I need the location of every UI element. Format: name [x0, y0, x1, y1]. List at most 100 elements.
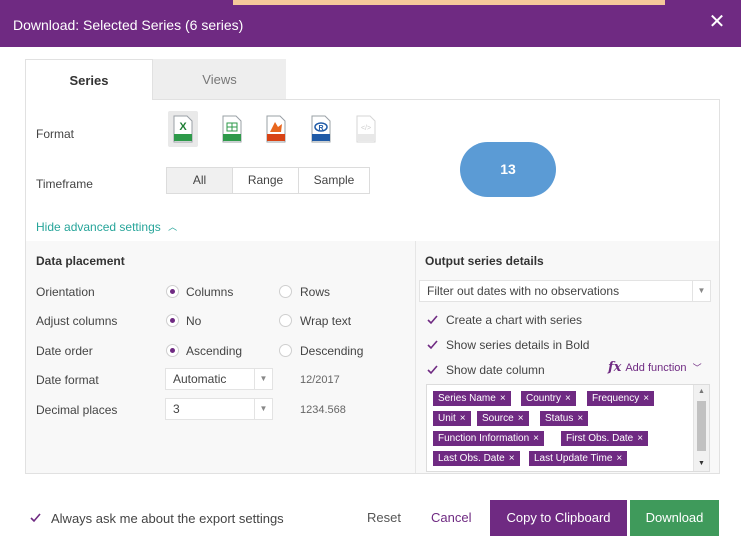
- tab-views[interactable]: Views: [153, 59, 286, 100]
- remove-tag-icon[interactable]: ×: [509, 453, 515, 464]
- scroll-down-icon[interactable]: ▼: [694, 458, 709, 470]
- checkmark-icon: [427, 315, 438, 325]
- date-column-label: Show date column: [446, 363, 545, 377]
- remove-tag-icon[interactable]: ×: [637, 433, 643, 444]
- format-option-csv[interactable]: [217, 111, 247, 147]
- tag-last-obs-date[interactable]: Last Obs. Date ×: [433, 451, 520, 466]
- date-format-select[interactable]: Automatic ▼: [165, 368, 273, 390]
- decimal-places-select[interactable]: 3 ▼: [165, 398, 273, 420]
- tag-function-information[interactable]: Function Information ×: [433, 431, 545, 446]
- date-format-example: 12/2017: [300, 374, 340, 386]
- orientation-rows-radio[interactable]: [279, 285, 292, 298]
- orientation-rows-label: Rows: [300, 285, 331, 299]
- hide-advanced-settings-link[interactable]: Hide advanced settings ︿: [36, 220, 177, 234]
- tag-unit[interactable]: Unit ×: [433, 411, 471, 426]
- remove-tag-icon[interactable]: ×: [643, 393, 649, 404]
- adjust-columns-wrap-label: Wrap text: [300, 314, 352, 328]
- decimal-places-label: Decimal places: [36, 403, 118, 417]
- bold-details-label: Show series details in Bold: [446, 338, 590, 352]
- tag-frequency[interactable]: Frequency ×: [587, 391, 655, 406]
- tag-last-update-time[interactable]: Last Update Time ×: [529, 451, 628, 466]
- scroll-up-icon[interactable]: ▲: [694, 386, 709, 398]
- series-settings-panel: Format X R </> Timeframe All Range Sampl…: [25, 99, 720, 474]
- add-function-link[interactable]: fx Add function ﹀: [608, 360, 702, 375]
- svg-text:</>: </>: [361, 125, 371, 132]
- tag-first-obs-date[interactable]: First Obs. Date ×: [561, 431, 649, 446]
- chevron-down-icon: ▼: [254, 399, 272, 419]
- date-order-ascending-label: Ascending: [186, 344, 243, 358]
- advanced-toggle-label: Hide advanced settings: [36, 220, 161, 234]
- series-fields-tag-box[interactable]: Series Name × Country × Frequency × Unit × S…: [426, 384, 710, 472]
- adjust-columns-no-label: No: [186, 314, 202, 328]
- tag-box-scrollbar[interactable]: ▲ ▼: [693, 385, 709, 471]
- copy-to-clipboard-button[interactable]: Copy to Clipboard: [490, 500, 627, 536]
- svg-text:X: X: [179, 121, 187, 133]
- dialog-titlebar: Download: Selected Series (6 series) ✕: [0, 0, 741, 47]
- scrollbar-thumb[interactable]: [697, 401, 706, 451]
- add-function-label: Add function: [625, 362, 687, 374]
- r-icon: R: [311, 115, 331, 143]
- remove-tag-icon[interactable]: ×: [577, 413, 583, 424]
- adjust-columns-wrap-radio[interactable]: [279, 314, 292, 327]
- remove-tag-icon[interactable]: ×: [518, 413, 524, 424]
- chevron-down-icon: ﹀: [692, 363, 702, 373]
- remove-tag-icon[interactable]: ×: [616, 453, 622, 464]
- always-ask-checkbox[interactable]: [29, 511, 42, 524]
- remove-tag-icon[interactable]: ×: [460, 413, 466, 424]
- filter-dates-value: Filter out dates with no observations: [427, 284, 620, 298]
- chevron-down-icon: ▼: [254, 369, 272, 389]
- adjust-columns-no-radio[interactable]: [166, 314, 179, 327]
- decimal-places-value: 3: [173, 402, 180, 416]
- orientation-columns-label: Columns: [186, 285, 234, 299]
- svg-text:R: R: [318, 125, 323, 132]
- remove-tag-icon[interactable]: ×: [565, 393, 571, 404]
- function-icon: fx: [608, 360, 622, 375]
- format-option-matlab[interactable]: [261, 111, 291, 147]
- timeframe-all[interactable]: All: [167, 168, 233, 193]
- matlab-icon: [266, 115, 286, 143]
- remove-tag-icon[interactable]: ×: [500, 393, 506, 404]
- orientation-columns-radio[interactable]: [166, 285, 179, 298]
- output-series-details-title: Output series details: [425, 254, 544, 268]
- tag-series-name[interactable]: Series Name ×: [433, 391, 511, 406]
- adjust-columns-label: Adjust columns: [36, 314, 118, 328]
- close-icon[interactable]: ✕: [707, 12, 727, 32]
- date-order-descending-radio[interactable]: [279, 344, 292, 357]
- timeframe-label: Timeframe: [36, 177, 93, 191]
- always-ask-label: Always ask me about the export settings: [51, 511, 284, 526]
- checkmark-icon: [427, 340, 438, 350]
- tab-series[interactable]: Series: [25, 59, 153, 100]
- date-order-descending-label: Descending: [300, 344, 364, 358]
- date-format-value: Automatic: [173, 372, 227, 386]
- create-chart-label: Create a chart with series: [446, 313, 583, 327]
- timeframe-range[interactable]: Range: [233, 168, 299, 193]
- download-button[interactable]: Download: [630, 500, 719, 536]
- csv-icon: [222, 115, 242, 143]
- timeframe-sample[interactable]: Sample: [299, 168, 369, 193]
- format-option-xls[interactable]: X: [168, 111, 198, 147]
- filter-dates-select[interactable]: Filter out dates with no observations ▼: [419, 280, 711, 302]
- orientation-label: Orientation: [36, 285, 95, 299]
- chevron-up-icon: ︿: [168, 222, 178, 232]
- bold-details-checkbox[interactable]: [426, 338, 439, 351]
- checkmark-icon: [427, 365, 438, 375]
- titlebar-accent-strip: [233, 0, 665, 5]
- date-column-checkbox[interactable]: [426, 363, 439, 376]
- remove-tag-icon[interactable]: ×: [533, 433, 539, 444]
- checkmark-icon: [30, 513, 41, 523]
- date-order-ascending-radio[interactable]: [166, 344, 179, 357]
- data-placement-title: Data placement: [36, 254, 125, 268]
- format-option-r[interactable]: R: [306, 111, 336, 147]
- create-chart-checkbox[interactable]: [426, 313, 439, 326]
- date-order-label: Date order: [36, 344, 93, 358]
- format-option-json[interactable]: </>: [351, 111, 381, 147]
- xls-icon: X: [173, 115, 193, 143]
- reset-button[interactable]: Reset: [367, 510, 401, 525]
- format-label: Format: [36, 127, 75, 141]
- timeframe-segmented-control: All Range Sample: [166, 167, 370, 194]
- section-divider: [415, 241, 416, 473]
- tag-source[interactable]: Source ×: [477, 411, 529, 426]
- cancel-button[interactable]: Cancel: [431, 510, 471, 525]
- tag-status[interactable]: Status ×: [540, 411, 589, 426]
- tag-country[interactable]: Country ×: [521, 391, 576, 406]
